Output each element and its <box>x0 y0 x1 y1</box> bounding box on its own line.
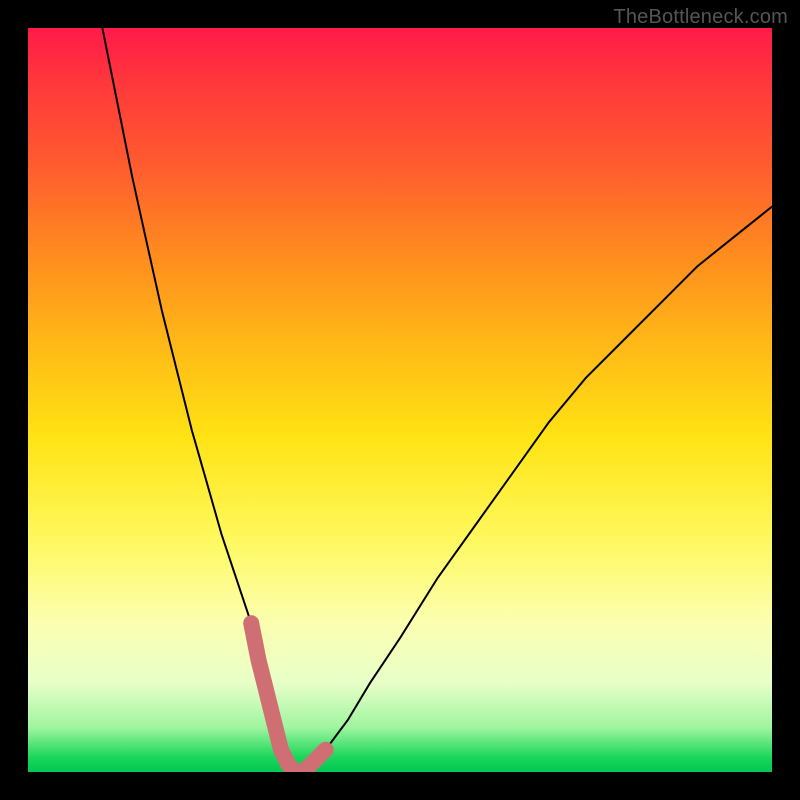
highlight-segment <box>251 623 325 772</box>
bottleneck-curve <box>102 28 772 772</box>
plot-area <box>28 28 772 772</box>
watermark-text: TheBottleneck.com <box>613 6 788 29</box>
chart-svg <box>28 28 772 772</box>
chart-frame: TheBottleneck.com <box>0 0 800 800</box>
